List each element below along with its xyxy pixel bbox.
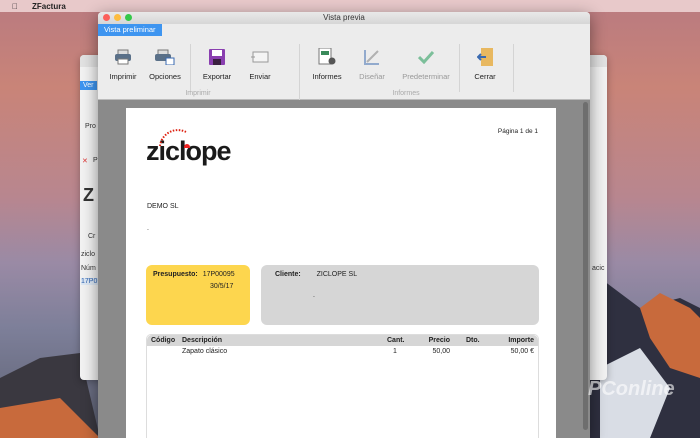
printer-settings-icon	[140, 46, 190, 68]
cell-importe: 50,00 €	[510, 348, 534, 355]
header-dto: Dto.	[466, 337, 480, 344]
items-table: Código Descripción Cant. Precio Dto. Imp…	[146, 334, 539, 438]
menu-bar:  ZFactura	[0, 0, 700, 12]
tab-vista-preliminar[interactable]: Vista preliminar	[98, 24, 162, 36]
client-name: ZICLOPE SL	[316, 271, 358, 278]
exit-door-icon	[460, 46, 510, 68]
cell-precio: 50,00	[432, 348, 450, 355]
watermark: PConline	[588, 378, 675, 400]
group-label-imprimir: Imprimir	[185, 90, 211, 97]
back-column-header: acic	[592, 265, 605, 272]
document-page: ziclope Página 1 de 1 DEMO SL . Presupue…	[126, 108, 556, 438]
table-header: Código Descripción Cant. Precio Dto. Imp…	[147, 335, 538, 346]
table-row: Zapato clásico 1 50,00 50,00 €	[147, 346, 538, 357]
quote-number: 17P00095	[202, 271, 235, 278]
envelope-icon	[235, 46, 285, 68]
client-address: .	[313, 292, 315, 299]
close-button[interactable]	[103, 14, 110, 21]
header-precio: Precio	[428, 337, 450, 344]
checkmark-icon	[396, 46, 456, 68]
company-address: .	[147, 225, 149, 232]
back-column-header: Núm	[81, 265, 96, 272]
client-label: Cliente:	[275, 271, 301, 278]
client-box: Cliente: ZICLOPE SL .	[261, 265, 539, 325]
toolbar: Imprimir Opciones Exportar Enviar Inform…	[98, 36, 590, 100]
quote-date: 30/5/17	[210, 283, 234, 290]
back-text: P	[93, 157, 98, 164]
informes-button[interactable]: Informes	[302, 46, 352, 81]
header-importe: Importe	[508, 337, 534, 344]
logo-dots	[159, 129, 190, 148]
back-logo: Z	[83, 185, 94, 205]
back-row[interactable]: 17P0	[81, 278, 99, 285]
predeterminar-button[interactable]: Predeterminar	[396, 46, 456, 81]
header-cant: Cant.	[387, 337, 405, 344]
title-bar: Vista previa	[98, 12, 590, 24]
zoom-button[interactable]	[125, 14, 132, 21]
quote-box: Presupuesto: 17P00095 30/5/17	[146, 265, 250, 325]
window-title: Vista previa	[323, 13, 365, 22]
group-label-informes: Informes	[392, 90, 420, 97]
back-tab[interactable]: Ver	[80, 81, 97, 90]
minimize-button[interactable]	[114, 14, 121, 21]
back-button[interactable]: Cr	[88, 233, 95, 240]
preview-area: ziclope Página 1 de 1 DEMO SL . Presupue…	[98, 100, 590, 438]
cerrar-button[interactable]: Cerrar	[460, 46, 510, 81]
header-descripcion: Descripción	[182, 337, 223, 344]
close-x-icon[interactable]: ✕	[82, 157, 88, 165]
apple-icon[interactable]: 	[12, 2, 18, 11]
quote-label: Presupuesto:	[153, 271, 198, 278]
cell-descripcion: Zapato clásico	[182, 348, 228, 355]
design-ruler-icon	[347, 46, 397, 68]
report-gear-icon	[302, 46, 352, 68]
cell-cant: 1	[393, 348, 397, 355]
disenar-button[interactable]: Diseñar	[347, 46, 397, 81]
back-text: ziclo	[81, 251, 96, 258]
back-text: Pro	[85, 123, 96, 130]
company-name: DEMO SL	[147, 203, 179, 210]
opciones-button[interactable]: Opciones	[140, 46, 190, 81]
preview-window: Vista previa Vista preliminar Imprimir O…	[98, 12, 590, 438]
app-menu[interactable]: ZFactura	[32, 2, 66, 11]
page-info: Página 1 de 1	[497, 128, 538, 135]
header-codigo: Código	[151, 337, 176, 344]
enviar-button[interactable]: Enviar	[235, 46, 285, 81]
